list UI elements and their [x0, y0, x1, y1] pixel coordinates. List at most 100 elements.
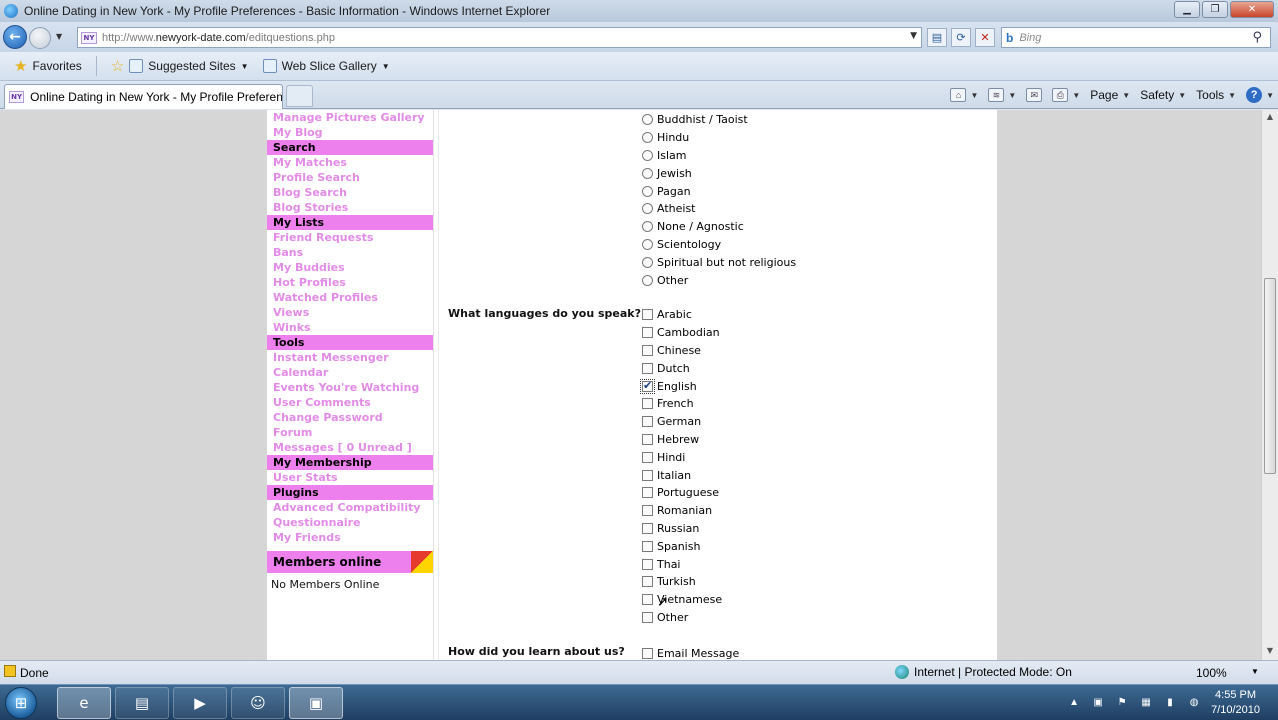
checkbox[interactable]: [642, 594, 653, 606]
signal-icon[interactable]: ▮: [1163, 696, 1177, 710]
checkbox[interactable]: [642, 576, 653, 588]
address-bar[interactable]: NY http://www.newyork-date.com/editquest…: [77, 27, 922, 48]
checkbox-option[interactable]: English: [640, 377, 722, 395]
capture-app-taskbar-icon[interactable]: ▣: [289, 687, 343, 719]
sidebar-link[interactable]: Blog Search: [267, 185, 433, 200]
minimize-button[interactable]: ▁: [1174, 1, 1200, 18]
start-button[interactable]: ⊞: [5, 687, 37, 719]
checkbox[interactable]: [642, 398, 653, 410]
sidebar-link[interactable]: Blog Stories: [267, 200, 433, 215]
print-dropdown-icon[interactable]: ▼: [1072, 91, 1080, 100]
checkbox-option[interactable]: Thai: [642, 555, 722, 573]
radio-button[interactable]: [642, 167, 653, 179]
checkbox-option[interactable]: Email Message: [642, 645, 739, 660]
radio-button[interactable]: [642, 238, 653, 250]
sidebar-link[interactable]: Winks: [267, 320, 433, 335]
page-menu[interactable]: Page ▼: [1090, 88, 1130, 102]
checkbox[interactable]: [642, 469, 653, 481]
forward-button[interactable]: [29, 27, 51, 49]
sidebar-link[interactable]: Events You're Watching: [267, 380, 433, 395]
search-box[interactable]: b Bing ⚲: [1001, 27, 1271, 48]
radio-button[interactable]: [642, 203, 653, 215]
checkbox[interactable]: [642, 362, 653, 374]
favorites-button[interactable]: ★ Favorites: [14, 57, 82, 75]
sidebar-link[interactable]: Forum: [267, 425, 433, 440]
tray-expand-icon[interactable]: ▲: [1067, 696, 1081, 710]
checkbox-option[interactable]: Russian: [642, 520, 722, 538]
sidebar-link[interactable]: Profile Search: [267, 170, 433, 185]
radio-button[interactable]: [642, 274, 653, 286]
sidebar-link[interactable]: Friend Requests: [267, 230, 433, 245]
sidebar-link[interactable]: Change Password: [267, 410, 433, 425]
sidebar-link[interactable]: Views: [267, 305, 433, 320]
sidebar-link[interactable]: Messages [ 0 Unread ]: [267, 440, 433, 455]
radio-option[interactable]: Hindu: [642, 129, 796, 147]
system-clock[interactable]: 4:55 PM 7/10/2010: [1211, 688, 1260, 718]
radio-option[interactable]: Islam: [642, 147, 796, 165]
checkbox[interactable]: [642, 558, 653, 570]
sidebar-link[interactable]: Watched Profiles: [267, 290, 433, 305]
checkbox[interactable]: [642, 416, 653, 428]
scroll-down-icon[interactable]: ▼: [1264, 646, 1276, 658]
checkbox[interactable]: [642, 540, 653, 552]
zoom-level[interactable]: 100%: [1196, 666, 1227, 680]
radio-option[interactable]: Pagan: [642, 182, 796, 200]
radio-option[interactable]: Jewish: [642, 164, 796, 182]
stop-icon[interactable]: ✕: [975, 28, 995, 47]
home-dropdown-icon[interactable]: ▼: [970, 91, 978, 100]
close-button[interactable]: ✕: [1230, 1, 1274, 18]
security-zone[interactable]: Internet | Protected Mode: On: [895, 665, 1072, 679]
media-player-taskbar-icon[interactable]: ▶: [173, 687, 227, 719]
tray-app-icon[interactable]: ▣: [1091, 696, 1105, 710]
checkbox[interactable]: [642, 344, 653, 356]
sidebar-link[interactable]: Manage Pictures Gallery: [267, 110, 433, 125]
radio-option[interactable]: Buddhist / Taoist: [642, 111, 796, 129]
radio-button[interactable]: [642, 256, 653, 268]
checkbox[interactable]: [642, 648, 653, 660]
radio-button[interactable]: [642, 132, 653, 144]
sidebar-link[interactable]: Instant Messenger: [267, 350, 433, 365]
checkbox-option[interactable]: Cambodian: [642, 324, 722, 342]
radio-button[interactable]: [642, 185, 653, 197]
checkbox[interactable]: [642, 433, 653, 445]
sidebar-link[interactable]: Bans: [267, 245, 433, 260]
checkbox-option[interactable]: Hindi: [642, 448, 722, 466]
safety-menu[interactable]: Safety ▼: [1140, 88, 1186, 102]
suggested-sites-button[interactable]: ☆ Suggested Sites ▼: [111, 57, 249, 75]
checkbox[interactable]: [642, 327, 653, 339]
read-mail-button[interactable]: ✉: [1026, 88, 1043, 102]
ie-taskbar-icon[interactable]: e: [57, 687, 111, 719]
help-menu[interactable]: ? ▼: [1246, 87, 1274, 103]
sidebar-link[interactable]: My Matches: [267, 155, 433, 170]
home-button[interactable]: ⌂ ▼: [950, 88, 978, 102]
action-center-icon[interactable]: ⚑: [1115, 696, 1129, 710]
sidebar-link[interactable]: User Stats: [267, 470, 433, 485]
compatibility-view-icon[interactable]: ▤: [927, 28, 947, 47]
sidebar-link[interactable]: My Buddies: [267, 260, 433, 275]
sidebar-link[interactable]: Calendar: [267, 365, 433, 380]
checkbox-option[interactable]: Vietnamese: [642, 591, 722, 609]
radio-option[interactable]: Other: [642, 271, 796, 289]
feeds-button[interactable]: ≋ ▼: [988, 88, 1016, 102]
add-favorite-icon[interactable]: ☆: [111, 57, 124, 75]
sidebar-link[interactable]: My Blog: [267, 125, 433, 140]
checkbox[interactable]: [642, 522, 653, 534]
vertical-scrollbar[interactable]: ▲ ▼: [1261, 110, 1278, 660]
radio-option[interactable]: Spiritual but not religious: [642, 253, 796, 271]
tab-active[interactable]: NY Online Dating in New York - My Profil…: [4, 84, 283, 109]
checkbox[interactable]: [642, 611, 653, 623]
scroll-thumb[interactable]: [1264, 278, 1276, 474]
sidebar-link[interactable]: Questionnaire: [267, 515, 433, 530]
checkbox-option[interactable]: Arabic: [642, 306, 722, 324]
tools-menu[interactable]: Tools ▼: [1196, 88, 1236, 102]
scroll-up-icon[interactable]: ▲: [1264, 112, 1276, 124]
sidebar-link[interactable]: My Friends: [267, 530, 433, 545]
checkbox-option[interactable]: French: [642, 395, 722, 413]
checkbox[interactable]: [642, 505, 653, 517]
web-slice-gallery-button[interactable]: Web Slice Gallery ▼: [262, 59, 390, 73]
refresh-icon[interactable]: ⟳: [951, 28, 971, 47]
radio-option[interactable]: Scientology: [642, 236, 796, 254]
feeds-dropdown-icon[interactable]: ▼: [1008, 91, 1016, 100]
checkbox-option[interactable]: Turkish: [642, 573, 722, 591]
checkbox[interactable]: [642, 309, 653, 321]
